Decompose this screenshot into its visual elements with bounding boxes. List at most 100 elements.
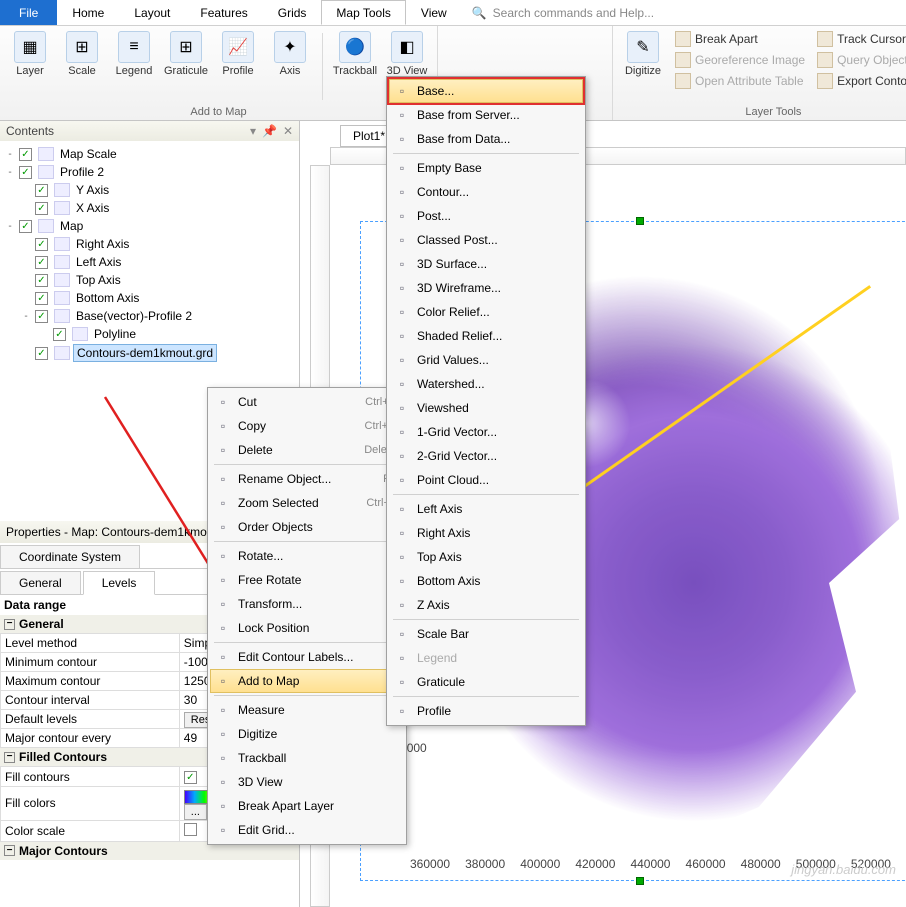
handle-bottom[interactable] (636, 877, 644, 885)
tree-item[interactable]: ✓Y Axis (2, 181, 297, 199)
ribbon-layer-button[interactable]: ▦Layer (6, 29, 54, 104)
menu-item[interactable]: ▫Edit Grid... (210, 818, 404, 842)
ribbon-digitize-button[interactable]: ✎Digitize (619, 29, 667, 104)
tree-item[interactable]: ✓Top Axis (2, 271, 297, 289)
expander-icon[interactable]: - (4, 167, 16, 178)
ribbon-trackcursor-button[interactable]: Track Cursor (813, 29, 906, 49)
menu-item[interactable]: ▫Viewshed (389, 396, 583, 420)
checkbox[interactable]: ✓ (35, 274, 48, 287)
tab-coordsys[interactable]: Coordinate System (0, 545, 140, 569)
menu-item[interactable]: ▫Grid Values... (389, 348, 583, 372)
menu-item[interactable]: ▫1-Grid Vector... (389, 420, 583, 444)
ribbon-breakapart-button[interactable]: Break Apart (671, 29, 809, 49)
menu-item[interactable]: ▫Rename Object...F2 (210, 467, 404, 491)
checkbox[interactable]: ✓ (35, 256, 48, 269)
menu-item[interactable]: ▫Trackball (210, 746, 404, 770)
tab-levels[interactable]: Levels (83, 571, 156, 595)
checkbox[interactable]: ✓ (19, 148, 32, 161)
tab-view[interactable]: View (406, 0, 462, 25)
menu-item[interactable]: ▫Digitize (210, 722, 404, 746)
menu-item[interactable]: ▫Left Axis (389, 497, 583, 521)
tree-item[interactable]: -✓Map Scale (2, 145, 297, 163)
tab-grids[interactable]: Grids (263, 0, 322, 25)
ribbon-profile-button[interactable]: 📈Profile (214, 29, 262, 104)
menu-item[interactable]: ▫Top Axis (389, 545, 583, 569)
menu-item[interactable]: ▫Base from Data... (389, 127, 583, 151)
tree-item[interactable]: ✓Contours-dem1kmout.grd (2, 343, 297, 363)
menu-item[interactable]: ▫Break Apart Layer (210, 794, 404, 818)
fill-colors-more-button[interactable]: ... (184, 804, 207, 820)
menu-item[interactable]: ▫Right Axis (389, 521, 583, 545)
checkbox[interactable]: ✓ (35, 202, 48, 215)
menu-item[interactable]: ▫Measure (210, 698, 404, 722)
menu-item[interactable]: ▫DeleteDelete (210, 438, 404, 462)
checkbox[interactable]: ✓ (35, 184, 48, 197)
menu-item[interactable]: ▫Contour... (389, 180, 583, 204)
menu-item[interactable]: ▫Add to Map▶ (210, 669, 404, 693)
tree-item[interactable]: ✓Bottom Axis (2, 289, 297, 307)
tree-item[interactable]: -✓Map (2, 217, 297, 235)
dropdown-icon[interactable]: ▾ (250, 124, 256, 138)
checkbox[interactable]: ✓ (19, 166, 32, 179)
ribbon-trackball-button[interactable]: 🔵Trackball (331, 29, 379, 104)
menu-item[interactable]: ▫Profile (389, 699, 583, 723)
menu-item[interactable]: ▫CutCtrl+X (210, 390, 404, 414)
menu-item[interactable]: ▫Classed Post... (389, 228, 583, 252)
menu-item[interactable]: ▫Free Rotate (210, 568, 404, 592)
search-box[interactable]: 🔍 Search commands and Help... (462, 0, 906, 25)
menu-item[interactable]: ▫Point Cloud... (389, 468, 583, 492)
menu-item[interactable]: ▫Edit Contour Labels... (210, 645, 404, 669)
checkbox[interactable]: ✓ (19, 220, 32, 233)
ribbon-legend-button[interactable]: ≡Legend (110, 29, 158, 104)
menu-item[interactable]: ▫Color Relief... (389, 300, 583, 324)
ribbon-graticule-button[interactable]: ⊞Graticule (162, 29, 210, 104)
menu-item[interactable]: ▫Transform... (210, 592, 404, 616)
menu-item[interactable]: ▫Z Axis (389, 593, 583, 617)
tree-item[interactable]: ✓X Axis (2, 199, 297, 217)
fill-contours-checkbox[interactable]: ✓ (184, 771, 197, 784)
checkbox[interactable]: ✓ (35, 347, 48, 360)
ribbon-scale-button[interactable]: ⊞Scale (58, 29, 106, 104)
ribbon-exportcontours-button[interactable]: Export Contours (813, 71, 906, 91)
tab-home[interactable]: Home (57, 0, 119, 25)
menu-item[interactable]: ▫2-Grid Vector... (389, 444, 583, 468)
menu-item[interactable]: ▫Order Objects▶ (210, 515, 404, 539)
tab-layout[interactable]: Layout (119, 0, 185, 25)
tab-general[interactable]: General (0, 571, 81, 595)
menu-item[interactable]: ▫Lock Position (210, 616, 404, 640)
menu-item[interactable]: ▫Base from Server... (389, 103, 583, 127)
context-menu-main[interactable]: ▫CutCtrl+X▫CopyCtrl+C▫DeleteDelete ▫Renam… (207, 387, 407, 845)
tab-file[interactable]: File (0, 0, 57, 25)
expander-icon[interactable]: - (4, 149, 16, 160)
checkbox[interactable]: ✓ (35, 292, 48, 305)
checkbox[interactable]: ✓ (35, 238, 48, 251)
tree-item[interactable]: ✓Left Axis (2, 253, 297, 271)
checkbox[interactable]: ✓ (53, 328, 66, 341)
menu-item[interactable]: ▫Scale Bar (389, 622, 583, 646)
menu-item[interactable]: ▫Post... (389, 204, 583, 228)
tab-features[interactable]: Features (185, 0, 262, 25)
menu-item[interactable]: ▫3D View (210, 770, 404, 794)
tree-item[interactable]: ✓Right Axis (2, 235, 297, 253)
menu-item[interactable]: ▫3D Wireframe... (389, 276, 583, 300)
tree-item[interactable]: -✓Profile 2 (2, 163, 297, 181)
expander-icon[interactable]: - (4, 221, 16, 232)
context-menu-addtomap[interactable]: ▫Base...▫Base from Server...▫Base from D… (386, 76, 586, 726)
menu-item[interactable]: ▫Zoom SelectedCtrl+L (210, 491, 404, 515)
color-scale-checkbox[interactable] (184, 823, 197, 836)
pin-icon[interactable]: 📌 (262, 124, 277, 138)
menu-item[interactable]: ▫Rotate... (210, 544, 404, 568)
checkbox[interactable]: ✓ (35, 310, 48, 323)
close-icon[interactable]: ✕ (283, 124, 293, 138)
menu-item[interactable]: ▫Empty Base (389, 156, 583, 180)
menu-item[interactable]: ▫CopyCtrl+C (210, 414, 404, 438)
tab-maptools[interactable]: Map Tools (321, 0, 405, 25)
menu-item[interactable]: ▫Graticule (389, 670, 583, 694)
expander-icon[interactable]: - (20, 311, 32, 322)
menu-item[interactable]: ▫3D Surface... (389, 252, 583, 276)
ribbon-axis-button[interactable]: ✦Axis (266, 29, 314, 104)
tree-item[interactable]: ✓Polyline (2, 325, 297, 343)
menu-item[interactable]: ▫Base... (389, 79, 583, 103)
handle-top[interactable] (636, 217, 644, 225)
tree-item[interactable]: -✓Base(vector)-Profile 2 (2, 307, 297, 325)
